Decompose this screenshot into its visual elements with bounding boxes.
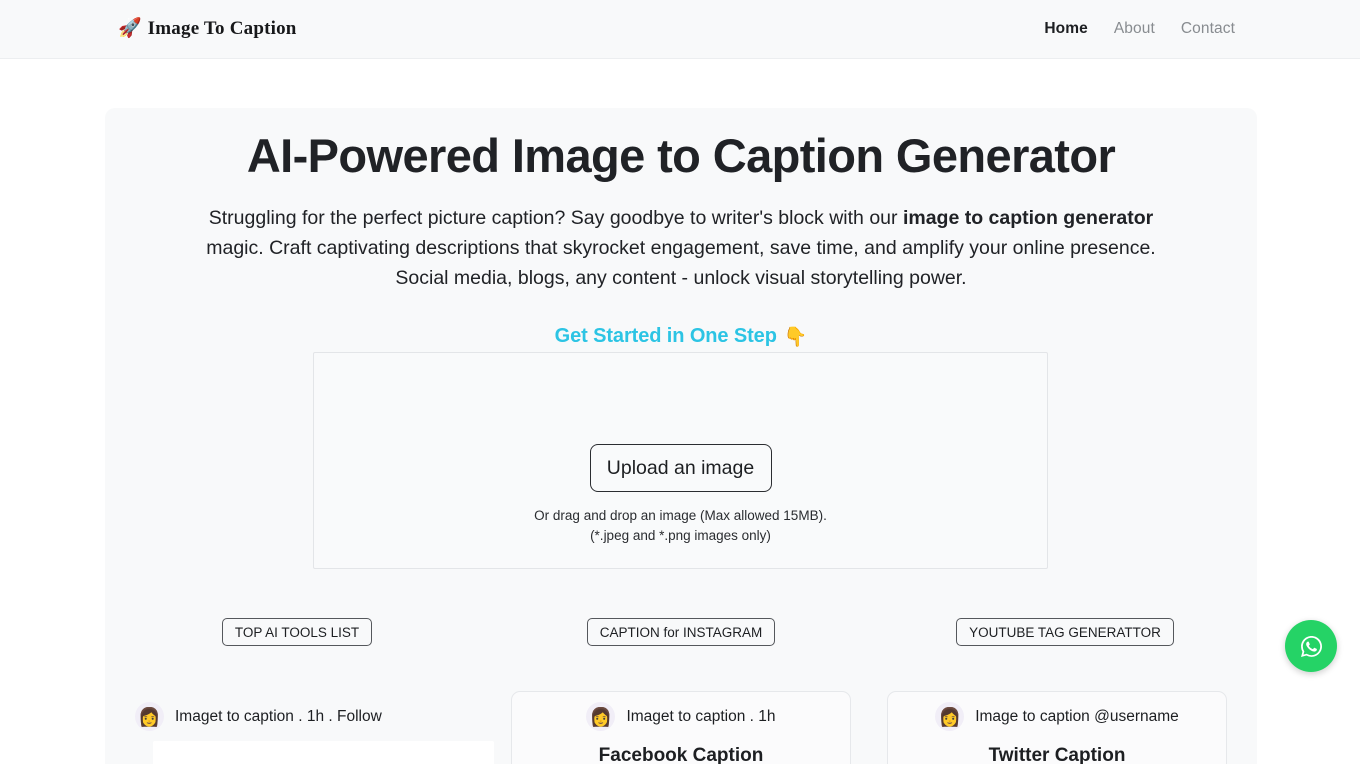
- brand-name: Image To Caption: [147, 18, 297, 39]
- tool-links-row: TOP AI TOOLS LIST CAPTION for INSTAGRAM …: [105, 618, 1257, 646]
- whatsapp-icon: [1300, 635, 1322, 657]
- caption-for-instagram-button[interactable]: CAPTION for INSTAGRAM: [586, 618, 776, 646]
- hero-subtitle-part1: Struggling for the perfect picture capti…: [208, 206, 903, 229]
- tool-col-2: CAPTION for INSTAGRAM: [489, 618, 873, 646]
- card-meta: Imaget to caption . 1h . Follow: [175, 707, 382, 725]
- facebook-preview-card: 👩 Imaget to caption . 1h Facebook Captio…: [511, 691, 851, 764]
- avatar: 👩: [586, 702, 616, 731]
- card-head: 👩 Imaget to caption . 1h: [520, 702, 842, 731]
- dropzone-hint: Or drag and drop an image (Max allowed 1…: [534, 506, 827, 546]
- rocket-icon: 🚀: [118, 17, 142, 39]
- page-body: AI-Powered Image to Caption Generator St…: [0, 59, 1360, 764]
- card-photo: [153, 741, 494, 764]
- main-nav: Home About Contact: [1044, 20, 1235, 38]
- card-caption-title: Facebook Caption: [598, 745, 764, 764]
- nav-item-home[interactable]: Home: [1044, 20, 1087, 38]
- tool-col-3: YOUTUBE TAG GENERATTOR: [873, 618, 1257, 646]
- twitter-preview-card: 👩 Image to caption @username Twitter Cap…: [887, 691, 1227, 764]
- avatar: 👩: [135, 702, 164, 731]
- hero-subtitle-highlight: image to caption generator: [902, 206, 1154, 229]
- avatar: 👩: [935, 702, 965, 731]
- get-started-heading: Get Started in One Step 👇: [105, 325, 1257, 349]
- card-caption-title: Twitter Caption: [988, 745, 1126, 764]
- dropzone-hint-line2: (*.jpeg and *.png images only): [590, 528, 771, 543]
- hero-card: AI-Powered Image to Caption Generator St…: [105, 108, 1257, 764]
- site-header: 🚀 Image To Caption Home About Contact: [0, 0, 1360, 59]
- whatsapp-chat-button[interactable]: [1285, 620, 1337, 672]
- nav-item-about[interactable]: About: [1114, 20, 1155, 38]
- instagram-preview-card: 👩 Imaget to caption . 1h . Follow: [135, 691, 494, 764]
- card-meta: Image to caption @username: [975, 707, 1179, 725]
- image-dropzone[interactable]: Upload an image Or drag and drop an imag…: [313, 352, 1048, 569]
- upload-image-button[interactable]: Upload an image: [589, 444, 772, 492]
- card-meta: Imaget to caption . 1h: [626, 707, 776, 725]
- dropzone-hint-line1: Or drag and drop an image (Max allowed 1…: [534, 508, 827, 523]
- tool-col-1: TOP AI TOOLS LIST: [105, 618, 489, 646]
- brand-logo[interactable]: 🚀 Image To Caption: [118, 18, 297, 40]
- pointing-down-icon: 👇: [783, 326, 808, 348]
- card-head: 👩 Imaget to caption . 1h . Follow: [135, 702, 475, 731]
- card-head: 👩 Image to caption @username: [896, 702, 1218, 731]
- nav-item-contact[interactable]: Contact: [1181, 20, 1235, 38]
- hero-subtitle-part2: magic. Craft captivating descriptions th…: [206, 236, 1156, 289]
- hero-subtitle: Struggling for the perfect picture capti…: [191, 203, 1171, 293]
- social-preview-row: 👩 Imaget to caption . 1h . Follow 👩 Imag…: [105, 691, 1257, 764]
- page-title: AI-Powered Image to Caption Generator: [246, 129, 1116, 182]
- top-ai-tools-list-button[interactable]: TOP AI TOOLS LIST: [221, 618, 373, 646]
- get-started-label: Get Started in One Step: [554, 324, 777, 347]
- youtube-tag-generator-button[interactable]: YOUTUBE TAG GENERATTOR: [956, 618, 1174, 646]
